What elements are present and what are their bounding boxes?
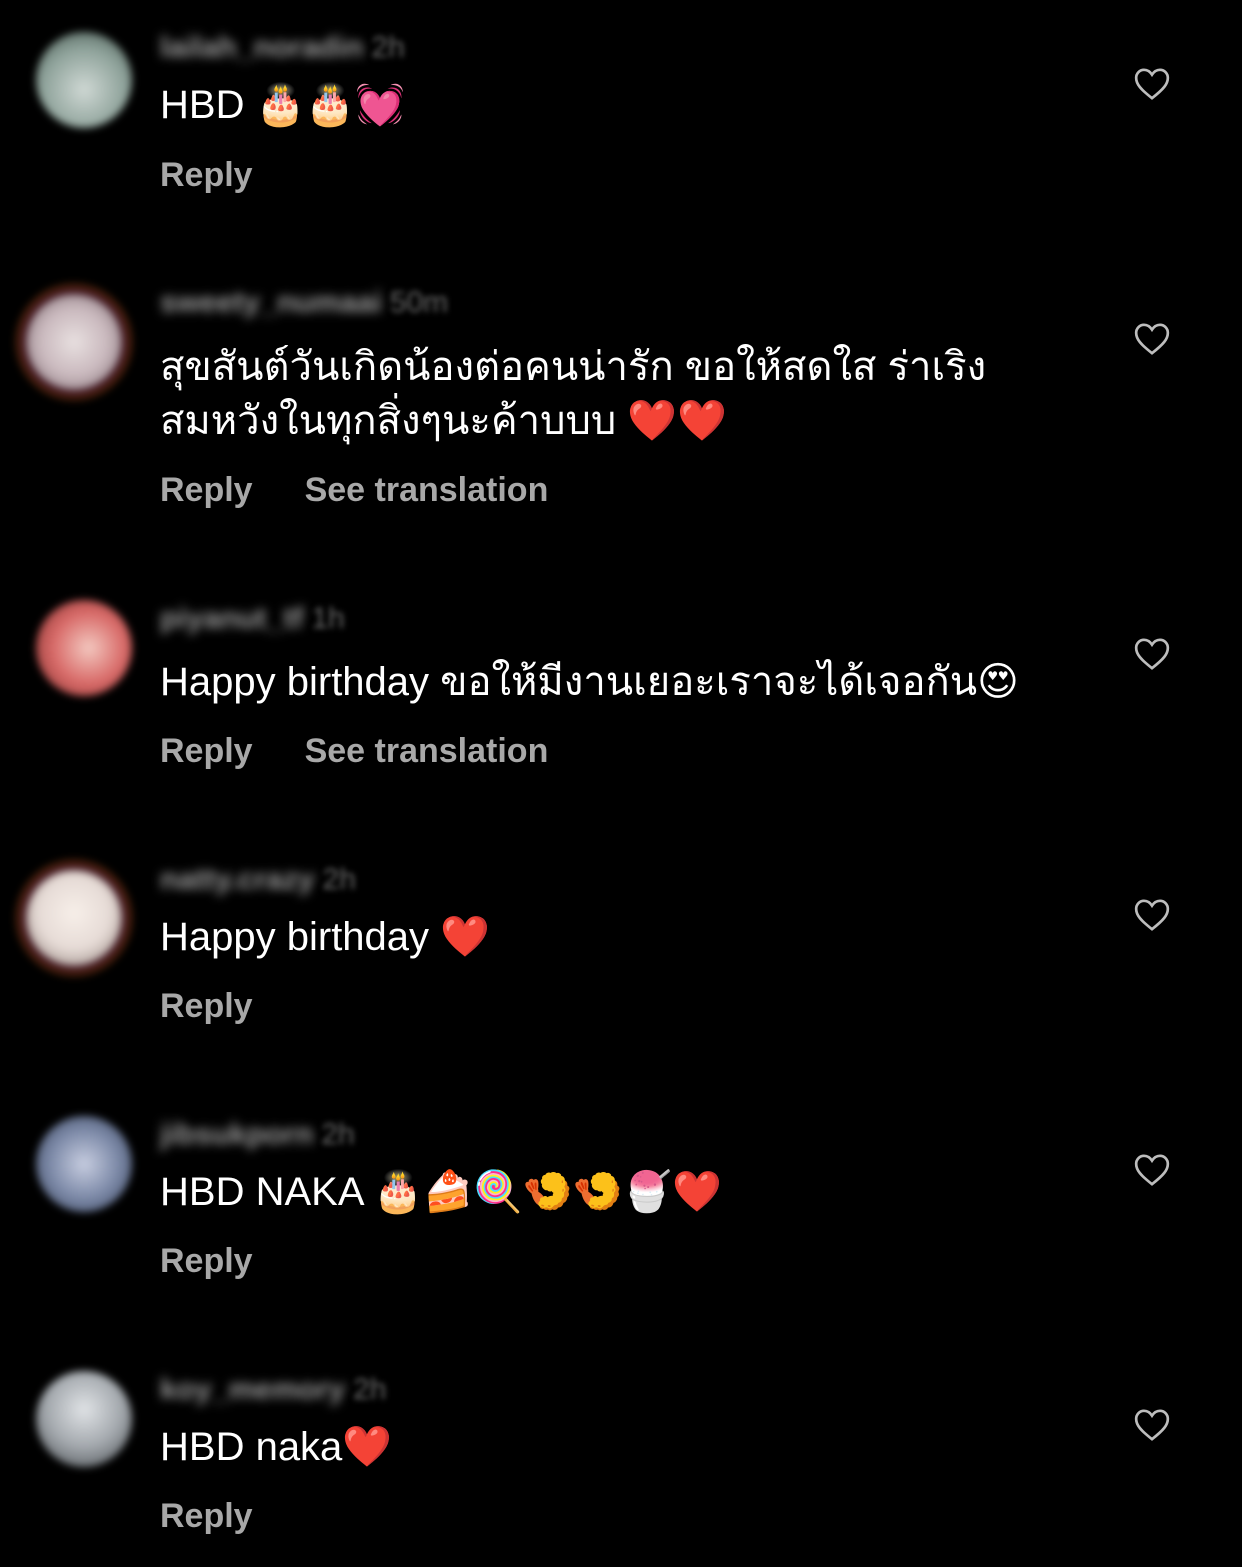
timestamp: 1h (311, 602, 345, 635)
comment-text: HBD naka❤️ (160, 1425, 393, 1469)
reply-button[interactable]: Reply (160, 987, 253, 1026)
heart-outline-icon[interactable] (1132, 1150, 1172, 1190)
reply-button[interactable]: Reply (160, 471, 253, 510)
comment-text: HBD 🎂🎂💓 (160, 83, 405, 127)
heart-outline-icon[interactable] (1132, 1405, 1172, 1445)
comment-meta: piyanut_tf 1h (160, 599, 345, 639)
heart-outline-icon[interactable] (1132, 319, 1172, 359)
heart-outline-icon[interactable] (1132, 634, 1172, 674)
avatar[interactable] (36, 600, 132, 696)
comment-actions: Reply See translation (160, 471, 548, 510)
username[interactable]: natty.crazy (160, 863, 315, 897)
comment-meta: natty.crazy 2h (160, 860, 356, 900)
comment-actions: Reply (160, 1497, 253, 1536)
comment-actions: Reply (160, 156, 253, 195)
username[interactable]: jibsukporn (160, 1118, 313, 1152)
reply-button[interactable]: Reply (160, 1497, 253, 1536)
see-translation-button[interactable]: See translation (305, 471, 549, 510)
username[interactable]: sweety_numaai (160, 286, 382, 320)
comment-meta: koy_memory 2h (160, 1370, 386, 1410)
reply-button[interactable]: Reply (160, 156, 253, 195)
timestamp: 2h (371, 31, 405, 64)
timestamp: 2h (321, 1118, 355, 1151)
see-translation-button[interactable]: See translation (305, 732, 549, 771)
avatar[interactable] (26, 870, 122, 966)
timestamp: 2h (353, 1373, 387, 1406)
timestamp: 2h (322, 863, 356, 896)
comment-actions: Reply (160, 1242, 253, 1281)
username[interactable]: koy_memory (160, 1373, 345, 1407)
comment-meta: sweety_numaai 50m (160, 283, 448, 323)
username[interactable]: lailah_noradin (160, 31, 363, 65)
username[interactable]: piyanut_tf (160, 602, 303, 636)
comment-actions: Reply (160, 987, 253, 1026)
comment-meta: lailah_noradin 2h (160, 28, 405, 68)
comment-text: สุขสันต์วันเกิดน้องต่อคนน่ารัก ขอให้สดใส… (160, 345, 987, 443)
comment-meta: jibsukporn 2h (160, 1115, 355, 1155)
avatar[interactable] (36, 1116, 132, 1212)
comment-text: HBD NAKA 🎂🍰🍭🍤🍤🍧❤️ (160, 1170, 723, 1214)
timestamp: 50m (389, 286, 449, 319)
avatar[interactable] (26, 294, 122, 390)
comment-text: Happy birthday ❤️ (160, 915, 490, 959)
avatar[interactable] (36, 1371, 132, 1467)
reply-button[interactable]: Reply (160, 732, 253, 771)
reply-button[interactable]: Reply (160, 1242, 253, 1281)
comment-actions: Reply See translation (160, 732, 548, 771)
heart-outline-icon[interactable] (1132, 895, 1172, 935)
comment-text: Happy birthday ขอให้มีงานเยอะเราจะได้เจอ… (160, 660, 1019, 704)
avatar[interactable] (36, 32, 132, 128)
heart-outline-icon[interactable] (1132, 64, 1172, 104)
